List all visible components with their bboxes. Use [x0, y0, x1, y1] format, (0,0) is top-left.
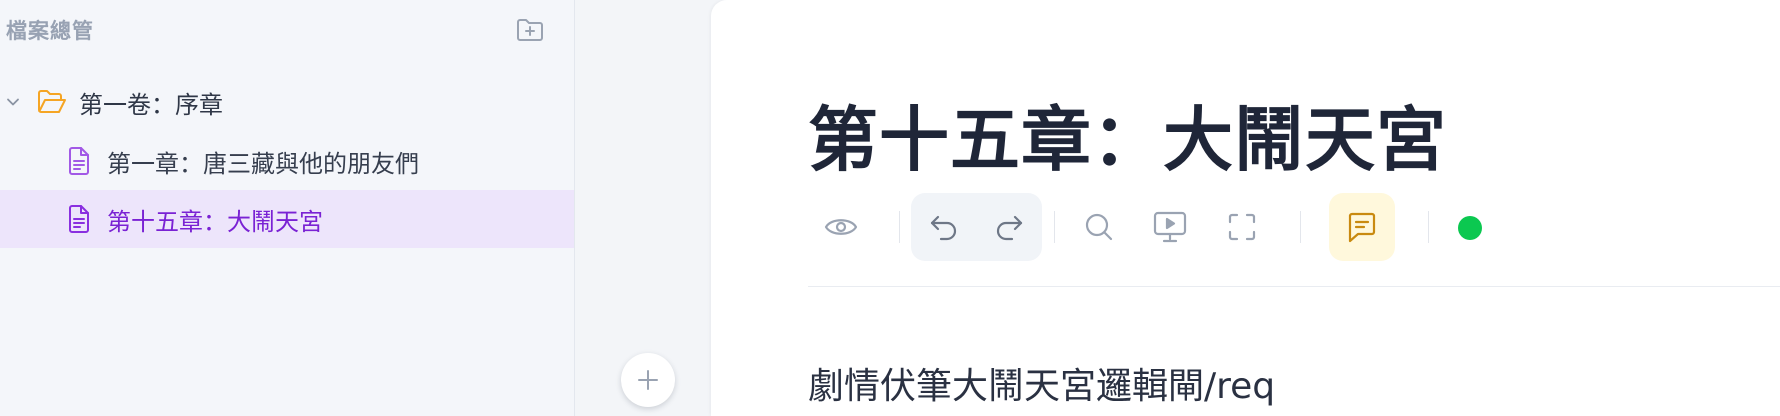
- tree-document-item-selected[interactable]: 第十五章：大鬧天宮: [0, 190, 574, 248]
- file-explorer-sidebar: 檔案總管 第一卷：序章 第一章：唐三藏與他的朋友們 第十五章：大鬧天宮: [0, 0, 575, 416]
- toolbar-separator: [1054, 211, 1055, 243]
- undo-button[interactable]: [911, 193, 977, 261]
- presentation-icon: [1153, 211, 1187, 243]
- fullscreen-button[interactable]: [1209, 193, 1275, 261]
- editor-toolbar: [808, 193, 1768, 263]
- search-icon: [1085, 213, 1113, 241]
- document-title[interactable]: 第十五章：大鬧天宮: [808, 84, 1447, 185]
- tree-document-item[interactable]: 第一章：唐三藏與他的朋友們: [0, 132, 574, 190]
- search-button[interactable]: [1066, 193, 1132, 261]
- sync-status-indicator: [1458, 216, 1482, 240]
- document-icon: [67, 205, 95, 233]
- comment-button[interactable]: [1329, 193, 1395, 261]
- redo-icon: [996, 215, 1023, 241]
- presentation-button[interactable]: [1137, 193, 1203, 261]
- tree-document-label: 第一章：唐三藏與他的朋友們: [107, 149, 419, 178]
- fullscreen-icon: [1228, 213, 1256, 241]
- comment-icon: [1348, 212, 1376, 243]
- redo-button[interactable]: [976, 193, 1042, 261]
- undo-icon: [930, 215, 957, 241]
- preview-button[interactable]: [808, 193, 874, 261]
- eye-icon: [824, 219, 858, 235]
- new-folder-button[interactable]: [514, 14, 546, 46]
- app-window: 檔案總管 第一卷：序章 第一章：唐三藏與他的朋友們 第十五章：大鬧天宮 第十五章…: [0, 0, 1780, 416]
- add-button[interactable]: [621, 353, 675, 407]
- tree-folder-item[interactable]: 第一卷：序章: [0, 73, 574, 131]
- toolbar-separator: [1428, 211, 1429, 243]
- plus-icon: [638, 370, 658, 390]
- tree-folder-label: 第一卷：序章: [79, 90, 223, 119]
- editor-pane: 第十五章：大鬧天宮 劇情伏筆大鬧天宮邏輯閘/req: [711, 0, 1780, 416]
- editor-content[interactable]: 劇情伏筆大鬧天宮邏輯閘/req: [808, 357, 1275, 409]
- tree-document-label: 第十五章：大鬧天宮: [107, 207, 323, 236]
- toolbar-divider: [808, 286, 1780, 287]
- sidebar-header: 檔案總管: [6, 14, 546, 46]
- folder-plus-icon: [517, 19, 543, 41]
- toolbar-separator: [1300, 211, 1301, 243]
- folder-open-icon: [37, 89, 67, 115]
- document-icon: [67, 147, 95, 175]
- toolbar-separator: [899, 211, 900, 243]
- sidebar-title: 檔案總管: [6, 19, 94, 43]
- chevron-down-icon[interactable]: [0, 94, 26, 110]
